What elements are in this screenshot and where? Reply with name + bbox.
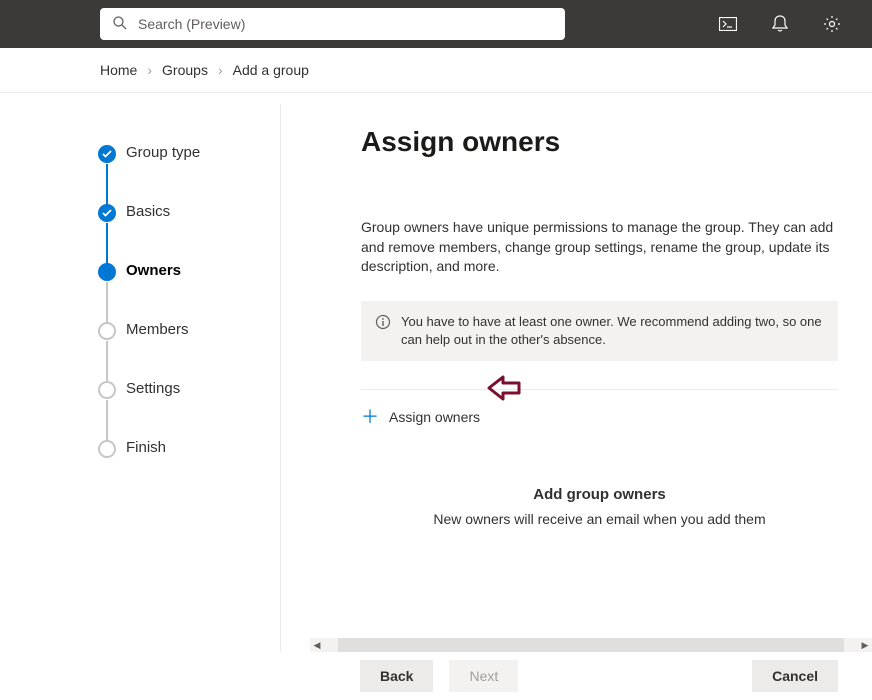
chevron-right-icon: › <box>218 62 223 78</box>
cancel-button[interactable]: Cancel <box>752 660 838 692</box>
notifications-icon[interactable] <box>760 4 800 44</box>
search-input[interactable] <box>138 16 553 32</box>
step-settings[interactable]: Settings <box>98 380 280 439</box>
breadcrumb-home[interactable]: Home <box>100 62 137 78</box>
scrollbar-track[interactable] <box>338 638 844 652</box>
step-group-type[interactable]: Group type <box>98 144 280 203</box>
assign-owners-link[interactable]: ＋ Assign owners <box>361 408 480 426</box>
next-button: Next <box>449 660 518 692</box>
step-label: Settings <box>126 380 180 397</box>
back-button[interactable]: Back <box>360 660 433 692</box>
scroll-left-icon[interactable]: ◀ <box>310 640 324 651</box>
info-icon <box>375 314 391 349</box>
step-members[interactable]: Members <box>98 321 280 380</box>
page-description: Group owners have unique permissions to … <box>361 218 838 277</box>
step-label: Basics <box>126 203 170 220</box>
step-label: Group type <box>126 144 200 161</box>
step-finish[interactable]: Finish <box>98 439 280 456</box>
circle-icon <box>98 440 116 458</box>
info-banner: You have to have at least one owner. We … <box>361 301 838 361</box>
breadcrumb: Home › Groups › Add a group <box>0 48 872 93</box>
current-step-icon <box>98 263 116 281</box>
breadcrumb-add-group[interactable]: Add a group <box>233 62 309 78</box>
assign-owners-label: Assign owners <box>389 409 480 425</box>
step-label: Owners <box>126 262 181 279</box>
step-label: Finish <box>126 439 166 456</box>
search-box[interactable] <box>100 8 565 40</box>
top-bar <box>0 0 872 48</box>
horizontal-scrollbar[interactable]: ◀ ▶ <box>310 638 872 652</box>
search-icon <box>112 15 128 34</box>
page-title: Assign owners <box>361 126 838 158</box>
info-text: You have to have at least one owner. We … <box>401 313 824 349</box>
step-owners[interactable]: Owners <box>98 262 280 321</box>
wizard-steps-sidebar: Group type Basics Owners Members Setting… <box>0 104 281 697</box>
chevron-right-icon: › <box>147 62 152 78</box>
step-label: Members <box>126 321 189 338</box>
breadcrumb-groups[interactable]: Groups <box>162 62 208 78</box>
step-basics[interactable]: Basics <box>98 203 280 262</box>
circle-icon <box>98 322 116 340</box>
empty-state-subtitle: New owners will receive an email when yo… <box>361 511 838 527</box>
cloudshell-icon[interactable] <box>708 4 748 44</box>
scroll-right-icon[interactable]: ▶ <box>858 640 872 651</box>
wizard-footer: Back Next Cancel <box>0 652 872 700</box>
empty-state: Add group owners New owners will receive… <box>361 486 838 527</box>
check-icon <box>98 145 116 163</box>
circle-icon <box>98 381 116 399</box>
divider <box>361 389 838 390</box>
content-pane: Assign owners Group owners have unique p… <box>281 94 872 697</box>
empty-state-title: Add group owners <box>361 486 838 503</box>
settings-icon[interactable] <box>812 4 852 44</box>
plus-icon: ＋ <box>361 408 379 426</box>
check-icon <box>98 204 116 222</box>
